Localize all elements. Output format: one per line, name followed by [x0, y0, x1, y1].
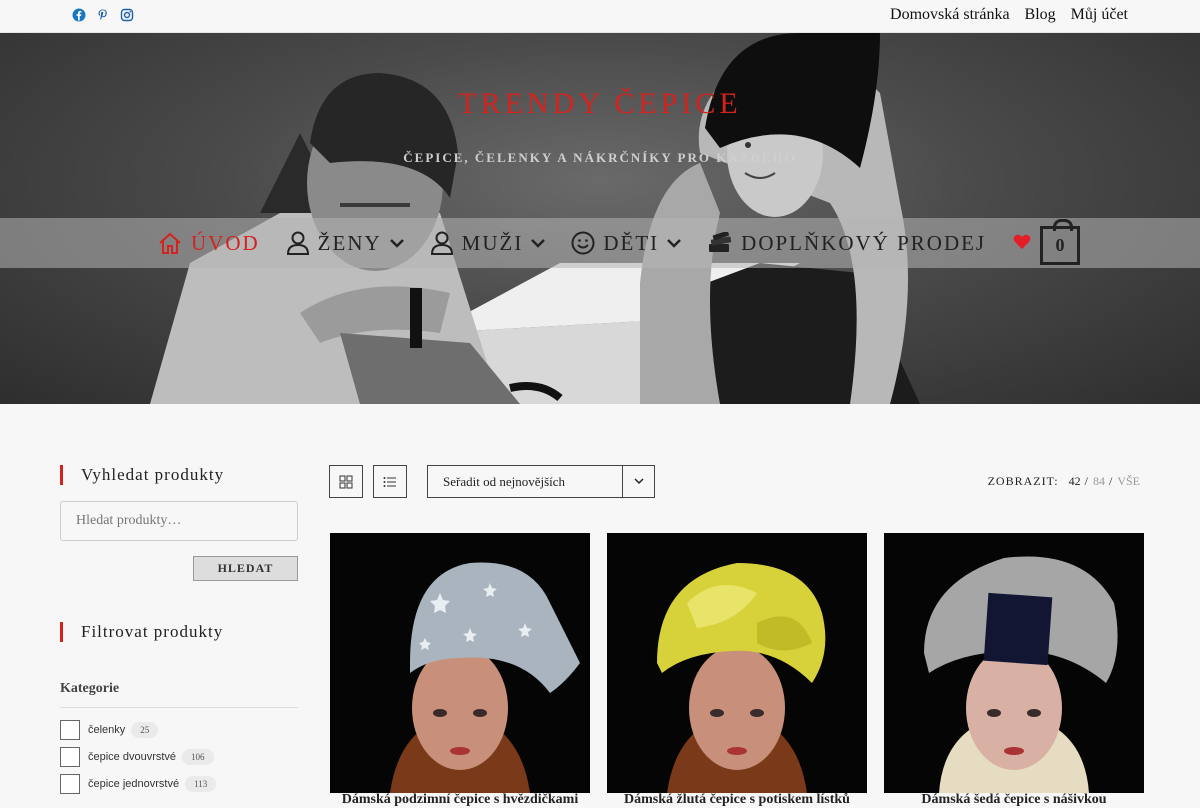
menu-item-muzi[interactable]: MUŽI	[430, 227, 546, 259]
product-search-input[interactable]	[60, 501, 298, 541]
category-heading: Kategorie	[60, 681, 120, 696]
category-filter-item[interactable]: čepice dvouvrstvé 106	[60, 747, 214, 767]
separator: /	[1084, 474, 1089, 488]
smile-icon	[571, 231, 595, 255]
pinterest-icon[interactable]	[96, 8, 110, 22]
search-widget-title: Vyhledat produkty	[60, 465, 224, 485]
grid-view-button[interactable]	[329, 465, 363, 498]
cart-button[interactable]: 0	[1040, 219, 1080, 265]
instagram-icon[interactable]	[120, 8, 134, 22]
chevron-down-icon	[633, 478, 644, 485]
user-icon	[430, 231, 453, 255]
filter-widget-title: Filtrovat produkty	[60, 622, 223, 642]
category-name: čepice dvouvrstvé	[88, 751, 177, 763]
grid-icon	[339, 475, 353, 488]
separator: /	[1108, 474, 1114, 488]
category-checkbox[interactable]	[60, 747, 80, 767]
category-name: čelenky	[88, 724, 126, 736]
search-button[interactable]: HLEDAT	[193, 556, 298, 581]
per-page-42[interactable]: 42	[1069, 474, 1081, 489]
category-count: 113	[185, 776, 217, 792]
topnav-home-link[interactable]: Domovská stránka	[890, 6, 1010, 24]
list-view-button[interactable]	[373, 465, 407, 498]
per-page-84[interactable]: 84	[1093, 474, 1105, 489]
menu-item-doplnkovy-prodej[interactable]: DOPLŇKOVÝ PRODEJ	[707, 227, 986, 259]
product-title[interactable]: Dámská šedá čepice s nášivkou	[884, 792, 1144, 808]
menu-item-label: DOPLŇKOVÝ PRODEJ	[741, 230, 987, 255]
sort-selected-value: Seřadit od nejnovějších	[443, 473, 566, 489]
product-image	[390, 562, 580, 793]
menu-item-label: ÚVOD	[191, 230, 260, 255]
heart-icon[interactable]	[1013, 234, 1031, 250]
category-checkbox[interactable]	[60, 774, 80, 794]
menu-item-uvod[interactable]: ÚVOD	[157, 227, 260, 259]
sort-dropdown-toggle[interactable]	[622, 466, 654, 497]
product-card[interactable]	[330, 533, 590, 793]
show-label: ZOBRAZIT:	[987, 474, 1059, 488]
topnav-account-link[interactable]: Můj účet	[1071, 6, 1128, 24]
category-divider	[60, 707, 298, 708]
category-filter-item[interactable]: čelenky 25	[60, 720, 159, 740]
product-card[interactable]	[884, 533, 1144, 793]
products-per-page: ZOBRAZIT: 42 / 84 / VŠE	[988, 474, 1140, 489]
home-icon	[159, 232, 181, 254]
menu-item-label: MUŽI	[461, 230, 524, 255]
menu-item-label: ŽENY	[317, 230, 382, 255]
product-image	[657, 563, 826, 793]
menu-item-deti[interactable]: DĚTI	[571, 227, 682, 259]
product-title[interactable]: Dámská podzimní čepice s hvězdičkami	[330, 792, 590, 808]
category-filter-item[interactable]: čepice jednovrstvé 113	[60, 774, 217, 794]
hero-banner: TRENDY ČEPICE ČEPICE, ČELENKY A NÁKRČNÍK…	[0, 33, 1200, 404]
product-title[interactable]: Dámská žlutá čepice s potiskem lístků	[607, 792, 867, 808]
top-bar: Domovská stránka Blog Můj účet	[0, 0, 1200, 33]
category-name: čepice jednovrstvé	[88, 778, 180, 790]
site-title[interactable]: TRENDY ČEPICE	[0, 87, 1200, 121]
product-card[interactable]	[607, 533, 867, 793]
user-icon	[286, 231, 309, 255]
money-icon	[709, 232, 732, 252]
topnav-blog-link[interactable]: Blog	[1025, 6, 1056, 24]
facebook-icon[interactable]	[72, 8, 86, 22]
list-icon	[383, 476, 396, 487]
menu-item-label: DĚTI	[603, 230, 660, 255]
chevron-down-icon	[667, 239, 682, 248]
top-navigation: Domovská stránka Blog Můj účet	[890, 6, 1128, 24]
chevron-down-icon	[389, 239, 404, 248]
social-links	[72, 8, 134, 22]
menu-item-zeny[interactable]: ŽENY	[286, 227, 404, 259]
category-checkbox[interactable]	[60, 720, 80, 740]
per-page-all[interactable]: VŠE	[1117, 474, 1140, 489]
product-image	[924, 556, 1118, 793]
category-count: 106	[182, 749, 214, 765]
cart-count: 0	[1055, 235, 1065, 255]
main-menu: ÚVOD ŽENY MUŽI DĚTI DOPLŇKOVÝ PRODEJ	[157, 227, 1012, 259]
site-description: ČEPICE, ČELENKY A NÁKRČNÍKY PRO KAŽDÉHO	[403, 150, 797, 165]
sort-select[interactable]: Seřadit od nejnovějších	[427, 465, 655, 498]
chevron-down-icon	[531, 239, 546, 248]
category-count: 25	[131, 722, 159, 738]
